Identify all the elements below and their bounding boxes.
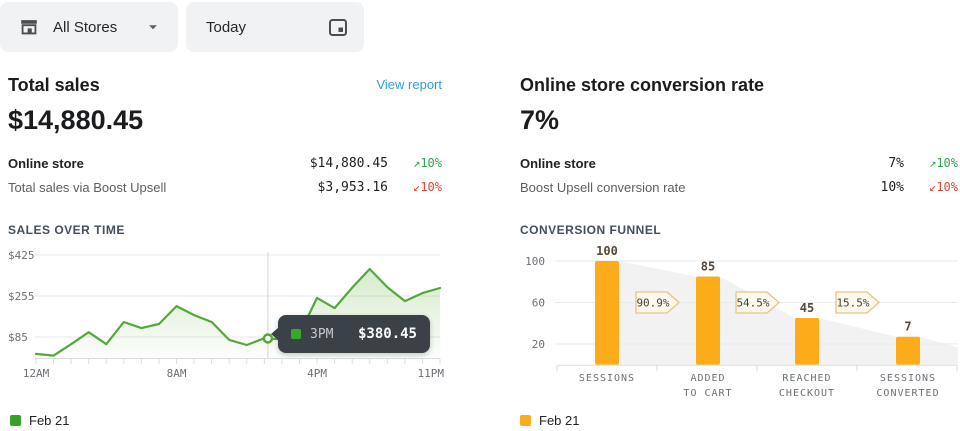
x-axis-label: 8AM: [167, 367, 187, 380]
date-range-label: Today: [206, 19, 246, 36]
funnel-chart-svg: 100 60 20 100 85 45 7 SESSIONS ADDED TO CART REACH…: [505, 240, 960, 412]
funnel-chart-legend: Feb 21: [520, 413, 579, 428]
conversion-funnel-chart[interactable]: 100 60 20 100 85 45 7 SESSIONS ADDED TO CART REACH…: [505, 240, 960, 412]
x-axis-label: 12AM: [23, 367, 50, 380]
legend-label: Feb 21: [539, 413, 579, 428]
conversion-rate-panel: Online store conversion rate 7% Online s…: [520, 74, 958, 237]
conversion-rate-value: 7%: [520, 105, 958, 136]
storefront-icon: [18, 16, 40, 38]
metric-label: Total sales via Boost Upsell: [8, 180, 318, 195]
total-sales-metric-rows: Online store $14,880.45 ↗10% Total sales…: [8, 151, 442, 199]
metric-change-value: 10%: [936, 180, 958, 194]
category-label: TO CART: [683, 388, 732, 399]
chart-tooltip: 3PM $380.45: [278, 315, 430, 353]
bar-value-label: 85: [701, 260, 715, 274]
y-axis-label: 60: [532, 296, 545, 309]
metric-change-value: 10%: [936, 156, 958, 170]
total-sales-header: Total sales View report: [8, 74, 442, 96]
total-sales-value: $14,880.45: [8, 105, 442, 136]
metric-row-online-store: Online store $14,880.45 ↗10%: [8, 151, 442, 175]
sales-over-time-heading: SALES OVER TIME: [8, 223, 442, 237]
legend-label: Feb 21: [29, 413, 69, 428]
chevron-down-icon: [146, 20, 160, 34]
conversion-rate-header: Online store conversion rate: [520, 74, 958, 96]
dropoff-badge-label: 15.5%: [836, 297, 869, 310]
bar-value-label: 45: [800, 301, 814, 315]
metric-change-badge: ↙10%: [388, 180, 442, 194]
metric-label: Boost Upsell conversion rate: [520, 180, 881, 195]
funnel-bar[interactable]: [595, 261, 619, 365]
metric-change-value: 10%: [420, 180, 442, 194]
funnel-bar[interactable]: [696, 277, 720, 365]
y-axis-label: $255: [8, 290, 35, 303]
funnel-bar[interactable]: [795, 318, 819, 365]
view-report-link[interactable]: View report: [376, 74, 442, 96]
total-sales-panel: Total sales View report $14,880.45 Onlin…: [8, 74, 442, 237]
legend-swatch-green: [10, 415, 21, 426]
conversion-funnel-heading: CONVERSION FUNNEL: [520, 223, 958, 237]
category-label: SESSIONS: [579, 373, 635, 384]
metric-row-boost-upsell: Boost Upsell conversion rate 10% ↙10%: [520, 175, 958, 199]
category-label: CONVERTED: [876, 388, 939, 399]
metric-label: Online store: [520, 156, 888, 171]
bar-value-label: 100: [596, 244, 618, 258]
dropoff-badge-label: 54.5%: [736, 297, 769, 310]
tooltip-series-swatch: [291, 329, 301, 339]
tooltip-value: $380.45: [358, 326, 417, 342]
y-axis-label: $425: [8, 249, 35, 262]
bar-value-label: 7: [904, 320, 911, 334]
y-axis-label: 20: [532, 338, 545, 351]
metric-change-value: 10%: [420, 156, 442, 170]
category-label: CHECKOUT: [779, 388, 835, 399]
conversion-metric-rows: Online store 7% ↗10% Boost Upsell conver…: [520, 151, 958, 199]
tooltip-time: 3PM: [310, 327, 333, 342]
metric-change-badge: ↗10%: [388, 156, 442, 170]
category-label: ADDED: [690, 373, 725, 384]
total-sales-title: Total sales: [8, 74, 100, 96]
y-axis-label: 100: [525, 255, 545, 268]
metric-change-badge: ↙10%: [904, 180, 958, 194]
funnel-bar[interactable]: [896, 337, 920, 365]
dropoff-badge-label: 90.9%: [636, 297, 669, 310]
sales-chart-legend: Feb 21: [10, 413, 69, 428]
date-range-button[interactable]: Today: [186, 2, 364, 52]
category-label: SESSIONS: [880, 373, 936, 384]
legend-swatch-orange: [520, 415, 531, 426]
calendar-icon: [326, 15, 350, 39]
metric-value: 7%: [888, 156, 904, 171]
x-axis-label: 4PM: [307, 367, 327, 380]
metric-change-badge: ↗10%: [904, 156, 958, 170]
metric-row-boost-upsell: Total sales via Boost Upsell $3,953.16 ↙…: [8, 175, 442, 199]
metric-value: $14,880.45: [310, 156, 388, 171]
category-label: REACHED: [782, 373, 831, 384]
metric-label: Online store: [8, 156, 310, 171]
conversion-rate-title: Online store conversion rate: [520, 74, 764, 96]
metric-value: $3,953.16: [318, 180, 388, 195]
y-axis-label: $85: [8, 331, 28, 344]
metric-row-online-store: Online store 7% ↗10%: [520, 151, 958, 175]
metric-value: 10%: [881, 180, 904, 195]
store-selector-label: All Stores: [53, 19, 117, 36]
x-axis-label: 11PM: [418, 367, 445, 380]
store-selector-button[interactable]: All Stores: [0, 2, 178, 52]
